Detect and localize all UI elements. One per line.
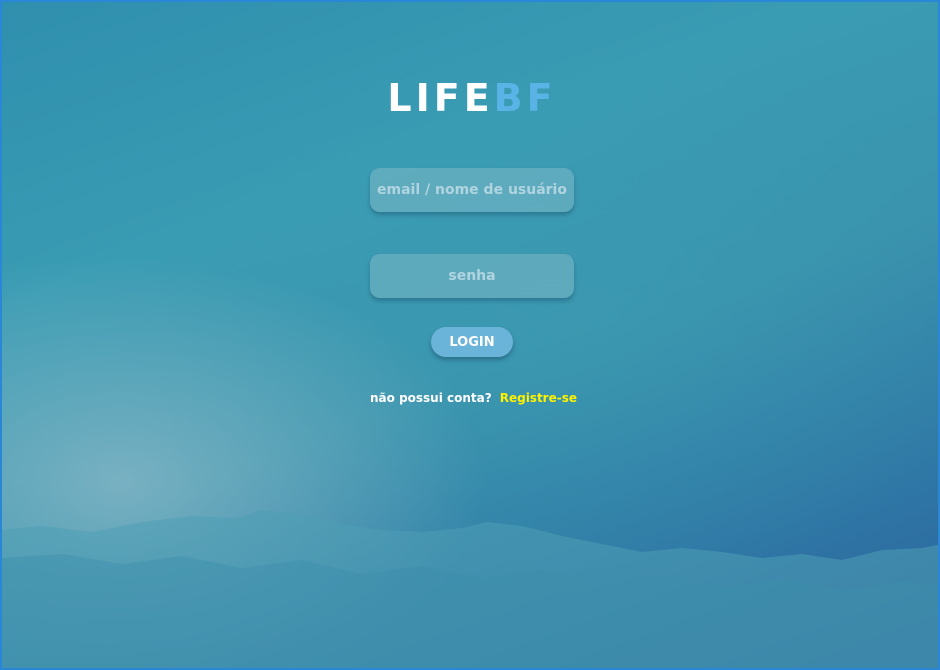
signup-prompt: não possui conta? Registre-se: [370, 389, 577, 407]
mountain-background: [2, 510, 938, 668]
brand-logo-life: LIFE: [387, 76, 494, 120]
password-input[interactable]: [370, 254, 574, 298]
login-window: LIFEBF LOGIN não possui conta? Registre-s…: [0, 0, 940, 670]
brand-logo: LIFEBF: [2, 76, 938, 120]
no-account-text: não possui conta?: [370, 391, 492, 405]
email-username-input[interactable]: [370, 168, 574, 212]
register-link[interactable]: Registre-se: [500, 391, 577, 405]
login-button[interactable]: LOGIN: [431, 327, 513, 357]
brand-logo-bf: BF: [493, 76, 557, 120]
